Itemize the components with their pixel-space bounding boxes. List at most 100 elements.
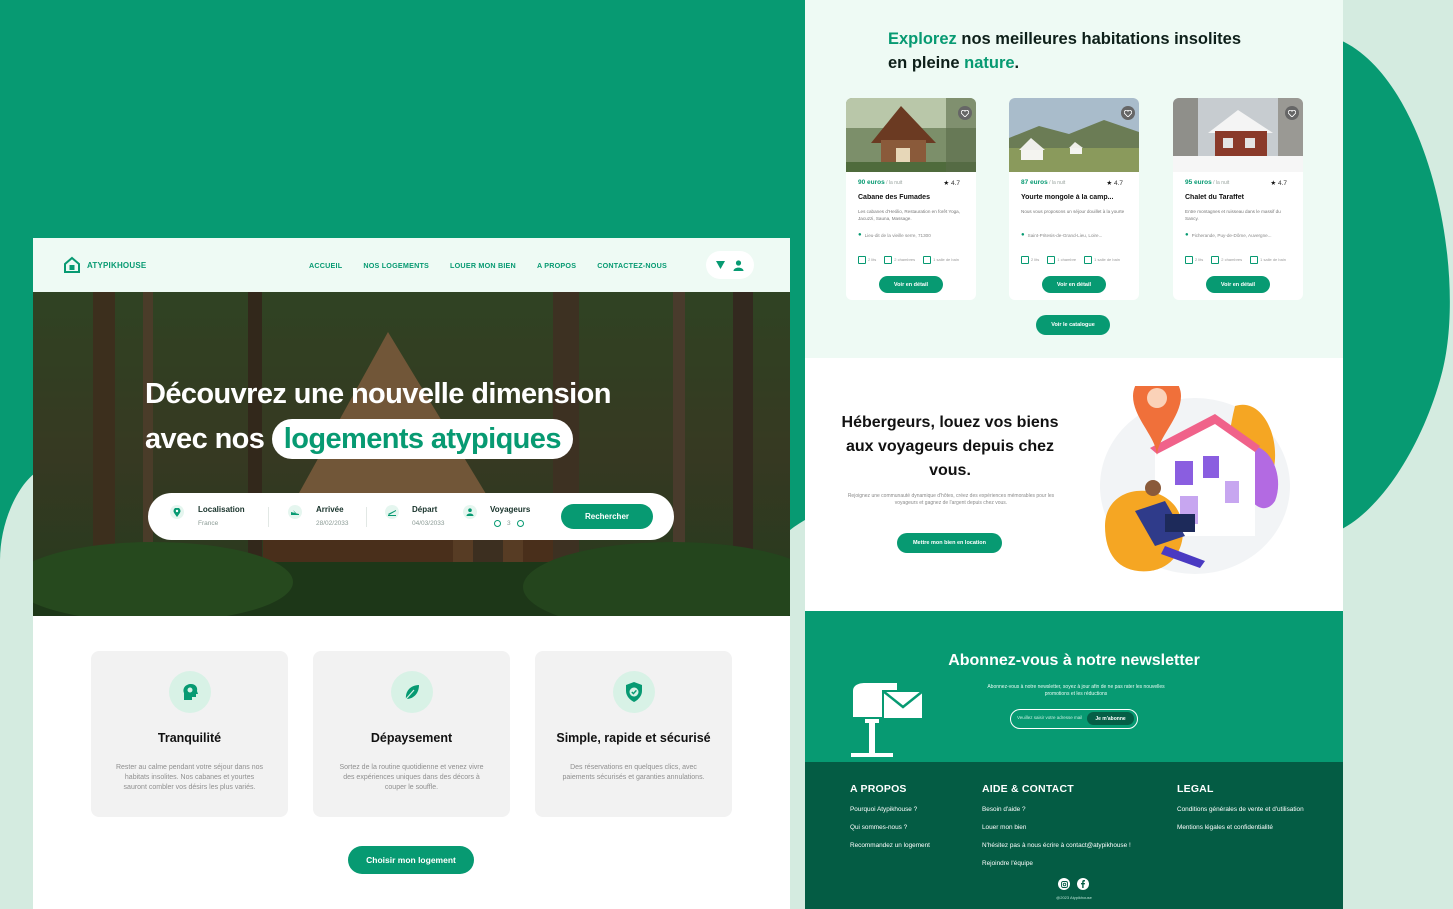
logo[interactable]: ATYPIKHOUSE <box>63 256 146 274</box>
arrival-label: Arrivée <box>316 505 344 514</box>
heart-icon[interactable] <box>958 106 972 120</box>
details-button[interactable]: Voir en détail <box>1042 276 1106 293</box>
star-icon: ★ <box>943 180 950 187</box>
lodging-desc: Entre montagnes et ruisseau dans le mass… <box>1185 209 1281 221</box>
location-label: Localisation <box>198 505 245 514</box>
details-button[interactable]: Voir en détail <box>879 276 943 293</box>
bath-icon-label: 1 salle de bain <box>1084 256 1120 264</box>
star-icon: ★ <box>1270 180 1277 187</box>
bed-icon-label: 2 lits <box>1185 256 1203 264</box>
price: 95 euros / la nuit <box>1185 179 1230 186</box>
arrival-value: 28/02/2033 <box>316 520 349 527</box>
price: 87 euros / la nuit <box>1021 179 1066 186</box>
shield-check-icon <box>612 671 655 713</box>
footer-link[interactable]: Louer mon bien <box>982 824 1131 831</box>
heart-icon[interactable] <box>1121 106 1135 120</box>
search-button[interactable]: Rechercher <box>561 504 653 529</box>
footer-col-about: A PROPOS Pourquoi Atypikhouse ? Qui somm… <box>850 783 930 860</box>
feature-desc: Sortez de la routine quotidienne et vene… <box>339 764 484 791</box>
footer-link[interactable]: Qui sommes-nous ? <box>850 824 930 831</box>
location-pin-icon: ● <box>858 232 862 238</box>
feature-desc: Des réservations en quelques clics, avec… <box>562 764 705 781</box>
cabin-photo <box>846 98 976 172</box>
list-property-button[interactable]: Mettre mon bien en location <box>897 533 1002 553</box>
hero-title-prefix: avec nos <box>145 423 265 455</box>
hero: Découvrez une nouvelle dimension avec no… <box>33 292 790 616</box>
footer-link[interactable]: N'hésitez pas à nous écrire à contact@at… <box>982 842 1131 849</box>
brand-name: ATYPIKHOUSE <box>87 260 147 270</box>
footer-link[interactable]: Pourquoi Atypikhouse ? <box>850 806 930 813</box>
details-button[interactable]: Voir en détail <box>1206 276 1270 293</box>
yurt-photo <box>1009 98 1139 172</box>
feature-title: Tranquilité <box>157 731 222 745</box>
location-pin-icon <box>170 505 184 519</box>
instagram-icon[interactable] <box>1058 878 1070 890</box>
feature-title: Simple, rapide et sécurisé <box>556 731 711 745</box>
menu-item-accueil[interactable]: ACCUEIL <box>309 261 342 270</box>
dropdown-arrow-icon <box>716 261 725 269</box>
lodging-location: ● Picherande, Puy-de-Dôme, Auvergne... <box>1185 232 1272 238</box>
leaf-icon <box>390 671 433 713</box>
lodging-location: ● Lieu-dit de la vieille serre, 71300 <box>858 232 931 238</box>
bath-icon-label: 1 salle de bain <box>923 256 959 264</box>
choose-lodging-button[interactable]: Choisir mon logement <box>348 846 474 874</box>
explore-title-text: . <box>1014 54 1020 72</box>
heart-icon[interactable] <box>1285 106 1299 120</box>
main-menu: ACCUEIL NOS LOGEMENTS LOUER MON BIEN A P… <box>309 261 667 270</box>
menu-item-logements[interactable]: NOS LOGEMENTS <box>363 261 429 270</box>
canvas: ATYPIKHOUSE ACCUEIL NOS LOGEMENTS LOUER … <box>0 0 1453 909</box>
departure-field[interactable]: Départ 04/03/2033 <box>412 505 445 527</box>
amenities: 2 lits 1 chambre 1 salle de bain <box>1021 256 1120 264</box>
footer: A PROPOS Pourquoi Atypikhouse ? Qui somm… <box>805 762 1343 909</box>
search-bar: Localisation France Arrivée 28/02/2033 D… <box>148 493 674 540</box>
door-icon-label: 1 chambre <box>1047 256 1076 264</box>
location-pin-icon: ● <box>1021 232 1025 238</box>
bed-icon-label: 2 lits <box>858 256 876 264</box>
facebook-icon[interactable] <box>1077 878 1089 890</box>
head-lotus-icon <box>168 671 211 713</box>
rating: ★ 4.7 <box>1270 180 1287 187</box>
travelers-count: 3 <box>507 520 511 527</box>
menu-item-apropos[interactable]: A PROPOS <box>537 261 576 270</box>
newsletter-form: Veuillez saisir votre adresse mail Je m'… <box>1010 709 1138 729</box>
footer-link[interactable]: Conditions générales de vente et d'utili… <box>1177 806 1304 813</box>
plane-takeoff-icon <box>385 505 399 519</box>
house-logo-icon <box>64 256 80 273</box>
host-illustration <box>1100 386 1290 574</box>
menu-item-louer[interactable]: LOUER MON BIEN <box>450 261 516 270</box>
footer-link[interactable]: Mentions légales et confidentialité <box>1177 824 1304 831</box>
footer-link[interactable]: Recommandez un logement <box>850 842 930 849</box>
menu-item-contact[interactable]: CONTACTEZ-NOUS <box>597 261 667 270</box>
chalet-photo <box>1173 98 1303 172</box>
subscribe-button[interactable]: Je m'abonne <box>1087 712 1134 725</box>
minus-icon[interactable] <box>494 520 501 527</box>
email-input[interactable]: Veuillez saisir votre adresse mail <box>1017 715 1082 720</box>
divider <box>268 507 269 527</box>
door-icon-label: 2 chambres <box>1211 256 1242 264</box>
listing-page-mockup: Explorez nos meilleures habitations inso… <box>805 0 1343 909</box>
divider <box>366 507 367 527</box>
arrival-field[interactable]: Arrivée 28/02/2033 <box>316 505 349 527</box>
rating: ★ 4.7 <box>1106 180 1123 187</box>
catalog-button[interactable]: Voir le catalogue <box>1036 315 1110 335</box>
lodging-name: Chalet du Taraffet <box>1185 194 1244 201</box>
location-field[interactable]: Localisation France <box>198 505 245 527</box>
user-icon <box>463 505 477 519</box>
newsletter-section: Abonnez-vous à notre newsletter Abonnez-… <box>805 611 1343 762</box>
lodging-desc: Les cabanes d'Heólio, Restauration en fo… <box>858 209 961 221</box>
host-desc: Rejoignez une communauté dynamique d'hôt… <box>847 493 1055 506</box>
plus-icon[interactable] <box>516 520 524 527</box>
amenities: 2 lits 2 chambres 1 salle de bain <box>858 256 959 264</box>
price: 90 euros / la nuit <box>858 179 903 186</box>
lodging-name: Cabane des Fumades <box>858 194 930 201</box>
bed-icon-label: 2 lits <box>1021 256 1039 264</box>
star-icon: ★ <box>1106 180 1113 187</box>
footer-link[interactable]: Rejoindre l'équipe <box>982 860 1131 867</box>
hero-title: Découvrez une nouvelle dimension avec no… <box>145 372 611 462</box>
newsletter-title: Abonnez-vous à notre newsletter <box>948 652 1200 669</box>
door-icon-label: 2 chambres <box>884 256 915 264</box>
lodging-card: 95 euros / la nuit ★ 4.7 Chalet du Taraf… <box>1173 98 1303 300</box>
account-menu[interactable] <box>706 251 754 279</box>
host-title: Hébergeurs, louez vos biens aux voyageur… <box>841 414 1059 479</box>
footer-link[interactable]: Besoin d'aide ? <box>982 806 1131 813</box>
